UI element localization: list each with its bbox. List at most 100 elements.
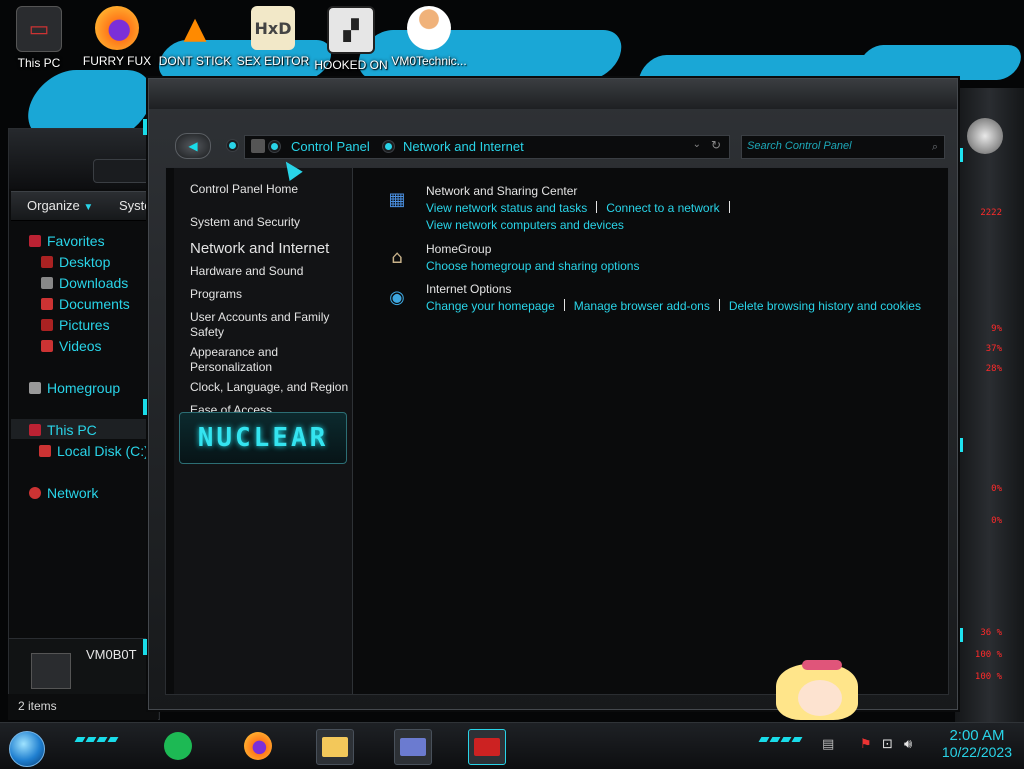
desktop-icon-label: FURRY FUX: [82, 54, 152, 68]
start-button[interactable]: [9, 731, 45, 767]
back-button[interactable]: ◀: [175, 133, 211, 159]
nav-downloads[interactable]: Downloads: [41, 275, 128, 291]
star-icon: [29, 235, 41, 247]
side-readout: 9%: [991, 324, 1002, 334]
address-bar[interactable]: Control Panel Network and Internet ⌄ ↻: [244, 135, 730, 159]
cyan-accent: [959, 438, 963, 452]
sidebar-item-network-internet[interactable]: Network and Internet: [190, 241, 350, 256]
sidebar-item-home[interactable]: Control Panel Home: [190, 182, 350, 197]
link-view-network-computers[interactable]: View network computers and devices: [426, 218, 624, 232]
sidebar-item-programs[interactable]: Programs: [190, 287, 350, 302]
desktop-icon-label: HOOKED ON: [314, 58, 388, 72]
computer-thumbnail-icon: [31, 653, 71, 689]
globe-checklist-icon: ◉: [389, 286, 405, 308]
status-bar: 2 items: [8, 694, 158, 720]
network-tray-icon[interactable]: ⊡: [882, 737, 893, 752]
desktop-icon-this-pc[interactable]: ▭ This PC: [0, 6, 78, 70]
desktop-icon-vm0technic[interactable]: VM0Technic...: [390, 6, 468, 68]
breadcrumb-separator: [385, 143, 392, 150]
breadcrumb-separator: [271, 143, 278, 150]
nav-label: This PC: [47, 422, 97, 438]
category-title[interactable]: HomeGroup: [426, 242, 491, 256]
search-input[interactable]: Search Control Panel ⌕: [741, 135, 945, 159]
cartoon-character-sticker: [762, 656, 880, 722]
control-panel-icon: [400, 738, 426, 756]
window-title-bar[interactable]: [149, 79, 957, 109]
cyan-accent: [143, 399, 147, 415]
app-icon: [474, 738, 500, 756]
link-divider: [728, 201, 730, 213]
refresh-icon[interactable]: ↻: [711, 138, 721, 152]
control-panel-sidebar: Control Panel Home System and Security N…: [174, 168, 353, 694]
volume-icon[interactable]: 🔊︎: [904, 737, 912, 752]
link-delete-history[interactable]: Delete browsing history and cookies: [729, 299, 921, 313]
desktop-icon-furry-fux[interactable]: FURRY FUX: [78, 6, 156, 68]
taskbar-app-notes[interactable]: [160, 729, 196, 763]
sidebar-item-hardware-sound[interactable]: Hardware and Sound: [190, 264, 350, 279]
desktop-icon-sex-editor[interactable]: HxD SEX EDITOR: [234, 6, 312, 68]
desktop-icon-label: SEX EDITOR: [236, 54, 310, 68]
navigation-bar: ◀ Control Panel Network and Internet ⌄ ↻…: [149, 129, 957, 163]
taskbar-app-explorer[interactable]: [316, 729, 354, 765]
recent-pages-dot[interactable]: [229, 142, 236, 149]
desktop-icon-label: VM0Technic...: [391, 54, 467, 68]
sidebar-item-user-accounts[interactable]: User Accounts and Family Safety: [190, 310, 350, 340]
sidebar-item-appearance[interactable]: Appearance and Personalization: [190, 345, 350, 375]
organize-button[interactable]: Organize ▼: [27, 198, 93, 213]
desktop-icon-label: DONT STICK: [158, 54, 232, 68]
side-readout: 100 %: [974, 650, 1002, 660]
nav-homegroup[interactable]: Homegroup: [29, 380, 120, 396]
desktop-icon-hooked-on[interactable]: ▞ HOOKED ON: [312, 6, 390, 72]
item-count: 2 items: [18, 699, 57, 713]
category-title[interactable]: Internet Options: [426, 282, 511, 296]
link-manage-addons[interactable]: Manage browser add-ons: [574, 299, 710, 313]
hxd-editor-icon: HxD: [251, 6, 295, 50]
show-hidden-icons-icon[interactable]: ▤: [822, 737, 834, 752]
sidebar-item-clock-language[interactable]: Clock, Language, and Region: [190, 380, 350, 395]
explorer-title-frame: [9, 129, 159, 189]
link-change-homepage[interactable]: Change your homepage: [426, 299, 555, 313]
documents-icon: [41, 298, 53, 310]
nav-desktop[interactable]: Desktop: [41, 254, 110, 270]
nav-documents[interactable]: Documents: [41, 296, 130, 312]
nav-favorites[interactable]: Favorites: [29, 233, 105, 249]
explorer-address-pill[interactable]: [93, 159, 153, 183]
link-divider: [596, 201, 598, 213]
category-links: Change your homepage Manage browser add-o…: [426, 298, 921, 315]
homegroup-icon: [29, 382, 41, 394]
nav-local-disk[interactable]: Local Disk (C:): [39, 443, 149, 459]
side-readout: 0%: [991, 516, 1002, 526]
breadcrumb-control-panel[interactable]: Control Panel: [291, 139, 370, 154]
nav-network[interactable]: Network: [29, 485, 98, 501]
link-connect-network[interactable]: Connect to a network: [606, 201, 719, 215]
nav-label: Videos: [59, 338, 102, 354]
link-homegroup-options[interactable]: Choose homegroup and sharing options: [426, 259, 639, 273]
nav-pictures[interactable]: Pictures: [41, 317, 110, 333]
taskbar: ▤ ⚑ ⊡ 🔊︎ 2:00 AM 10/22/2023: [0, 722, 1024, 769]
desktop-icon-dont-stick[interactable]: ▲ DONT STICK: [156, 6, 234, 69]
system-properties-button[interactable]: Syste: [119, 198, 152, 213]
side-readout: 37%: [985, 344, 1002, 354]
chevron-down-icon[interactable]: ⌄: [693, 139, 701, 150]
side-readout: 0%: [991, 484, 1002, 494]
search-icon[interactable]: ⌕: [932, 140, 938, 154]
taskbar-app-control-panel[interactable]: [394, 729, 432, 765]
nav-videos[interactable]: Videos: [41, 338, 102, 354]
category-title[interactable]: Network and Sharing Center: [426, 184, 577, 198]
firefox-icon: [244, 732, 272, 760]
side-readout: 36 %: [980, 628, 1002, 638]
folder-icon: [322, 737, 348, 757]
taskbar-app-firefox[interactable]: [240, 729, 276, 763]
breadcrumb-network-internet[interactable]: Network and Internet: [403, 139, 524, 154]
alien-logo-icon: [967, 118, 1003, 154]
network-icon: [29, 487, 41, 499]
link-view-network-status[interactable]: View network status and tasks: [426, 201, 587, 215]
taskbar-app-active[interactable]: [468, 729, 506, 765]
taskbar-clock[interactable]: 2:00 AM 10/22/2023: [942, 727, 1012, 760]
control-panel-icon: [251, 139, 265, 153]
sidebar-item-system-security[interactable]: System and Security: [190, 215, 350, 230]
nav-this-pc[interactable]: This PC: [29, 422, 97, 438]
nuclear-banner: NUCLEAR: [179, 412, 347, 464]
action-center-flag-icon[interactable]: ⚑: [860, 737, 872, 752]
firefox-icon: [95, 6, 139, 50]
